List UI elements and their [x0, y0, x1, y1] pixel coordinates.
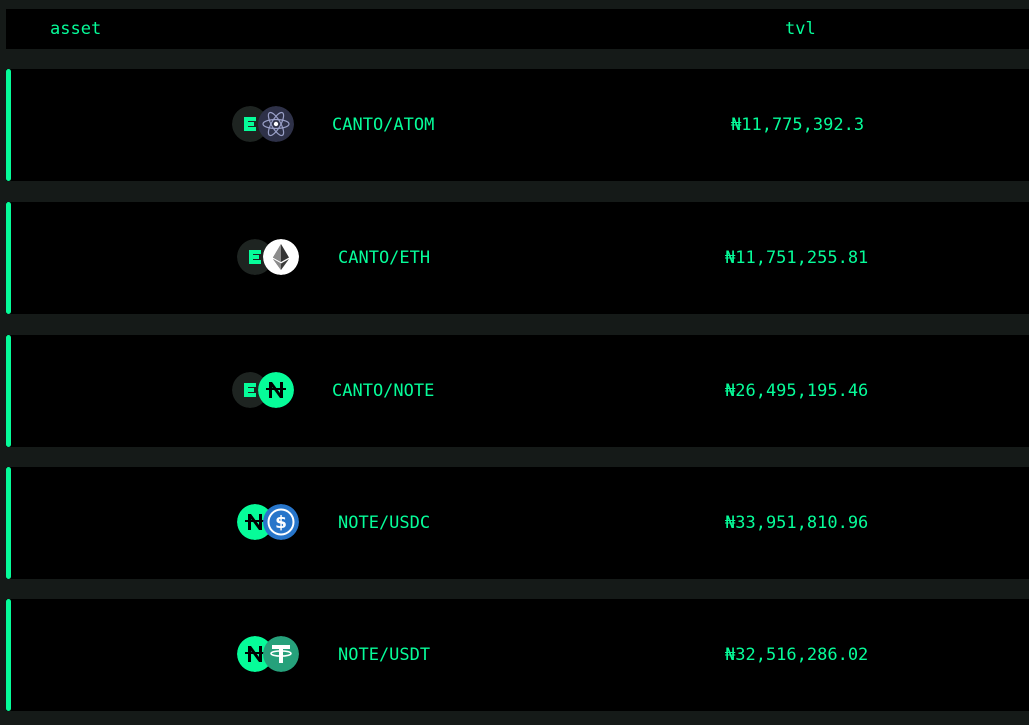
table-row-note-usdt[interactable]: NOTE/USDT ₦32,516,286.02 [6, 599, 1029, 711]
table-header: asset tvl [6, 9, 1029, 49]
pool-table: asset tvl CANTO/ATOM ₦11,775,392.3 CANTO… [0, 0, 1029, 725]
row-accent-bar [6, 467, 11, 579]
usdt-icon [263, 636, 299, 672]
usdc-icon: $ [263, 504, 299, 540]
pair-name: CANTO/ATOM [332, 115, 435, 135]
tvl-value: ₦26,495,195.46 [725, 381, 869, 401]
pair-icons [232, 106, 294, 144]
table-row-canto-eth[interactable]: CANTO/ETH ₦11,751,255.81 [6, 202, 1029, 314]
atom-icon [258, 106, 294, 142]
row-accent-bar [6, 202, 11, 314]
pair-name: NOTE/USDT [338, 645, 431, 665]
tvl-value: ₦11,751,255.81 [725, 248, 869, 268]
pair-name: NOTE/USDC [338, 513, 431, 533]
table-row-canto-note[interactable]: CANTO/NOTE ₦26,495,195.46 [6, 335, 1029, 447]
pair-name: CANTO/NOTE [332, 381, 435, 401]
svg-text:$: $ [275, 513, 287, 533]
pair-icons: $ [237, 504, 299, 542]
header-tvl: tvl [785, 19, 816, 39]
header-asset: asset [50, 19, 102, 39]
tvl-value: ₦11,775,392.3 [731, 115, 865, 135]
table-row-note-usdc[interactable]: $ NOTE/USDC ₦33,951,810.96 [6, 467, 1029, 579]
row-accent-bar [6, 335, 11, 447]
pair-icons [237, 239, 299, 277]
tvl-value: ₦33,951,810.96 [725, 513, 869, 533]
tvl-value: ₦32,516,286.02 [725, 645, 869, 665]
pair-name: CANTO/ETH [338, 248, 431, 268]
note-icon [258, 372, 294, 408]
table-row-canto-atom[interactable]: CANTO/ATOM ₦11,775,392.3 [6, 69, 1029, 181]
row-accent-bar [6, 599, 11, 711]
eth-icon [263, 239, 299, 275]
pair-icons [232, 372, 294, 410]
row-accent-bar [6, 69, 11, 181]
pair-icons [237, 636, 299, 674]
